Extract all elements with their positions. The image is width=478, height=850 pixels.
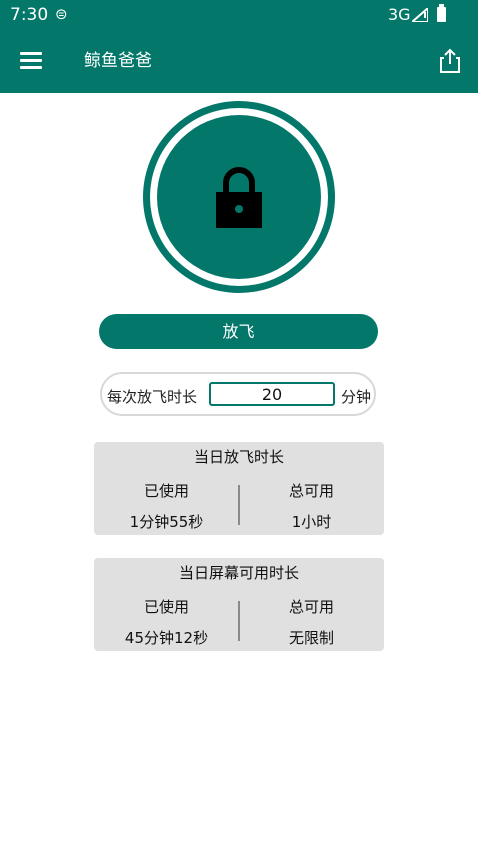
duration-input[interactable] [209, 382, 335, 406]
app-bar: 鲸鱼爸爸 [0, 30, 478, 93]
available-column: 总可用 1小时 [239, 480, 384, 532]
duration-setting: 每次放飞时长 分钟 [100, 372, 376, 416]
status-time: 7:30 [10, 5, 49, 25]
daily-screen-card: 当日屏幕可用时长 已使用 45分钟12秒 总可用 无限制 [94, 558, 384, 651]
used-column: 已使用 1分钟55秒 [94, 480, 239, 532]
lock-button[interactable] [143, 101, 335, 293]
available-value: 无限制 [288, 629, 334, 647]
card-title: 当日屏幕可用时长 [178, 564, 299, 582]
used-value: 1分钟55秒 [129, 513, 204, 531]
menu-icon[interactable] [20, 51, 44, 71]
available-value: 1小时 [291, 513, 332, 531]
used-column: 已使用 45分钟12秒 [94, 596, 239, 648]
available-label: 总可用 [288, 598, 334, 616]
network-type: 3G [388, 5, 411, 24]
battery-icon [437, 4, 446, 22]
app-title: 鲸鱼爸爸 [84, 51, 152, 71]
card-title: 当日放飞时长 [193, 448, 284, 466]
release-button[interactable]: 放飞 [99, 314, 378, 349]
status-bar: 7:30 ⊜ 3G [0, 0, 478, 30]
signal-icon [412, 8, 428, 22]
daily-release-card: 当日放飞时长 已使用 1分钟55秒 总可用 1小时 [94, 442, 384, 535]
duration-unit: 分钟 [341, 388, 372, 406]
duration-label: 每次放飞时长 [107, 388, 198, 406]
used-label: 已使用 [143, 598, 189, 616]
app-root: 7:30 ⊜ 3G 鲸鱼爸爸 放飞 每次放飞时长 分钟 当日放飞 [0, 0, 478, 850]
available-column: 总可用 无限制 [239, 596, 384, 648]
share-icon[interactable] [438, 48, 462, 74]
used-value: 45分钟12秒 [124, 629, 209, 647]
available-label: 总可用 [288, 482, 334, 500]
notification-icon: ⊜ [55, 5, 68, 23]
used-label: 已使用 [143, 482, 189, 500]
lock-icon [216, 167, 262, 228]
